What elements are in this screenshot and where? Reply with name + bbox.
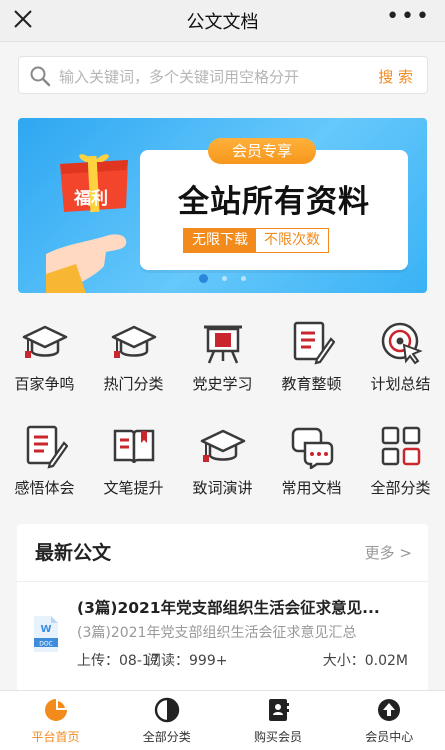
tab-item[interactable]: 购买会员 — [223, 697, 334, 745]
tab-label: 购买会员 — [253, 730, 302, 744]
category-item[interactable]: 感悟体会 — [0, 423, 89, 498]
category-label: 计划总结 — [370, 375, 431, 393]
more-link[interactable]: 更多 > — [365, 542, 412, 563]
category-item[interactable]: 致词演讲 — [178, 423, 267, 498]
pie-chart-icon — [44, 699, 67, 721]
category-label: 全部分类 — [370, 479, 431, 497]
target-cursor-icon — [381, 322, 423, 365]
half-circle-icon — [154, 697, 179, 723]
svg-text:DOC: DOC — [39, 641, 53, 648]
banner-tag-unlimited-times: 不限次数 — [256, 229, 328, 252]
category-item[interactable]: 百家争鸣 — [0, 319, 89, 394]
tab-item[interactable]: 会员中心 — [334, 697, 445, 745]
promo-banner[interactable]: 福利 会员专享 全站所有资料 无限下载 不限次数 — [18, 118, 427, 293]
top-bar: 公文文档 ••• — [0, 0, 445, 42]
search-input[interactable]: 输入关键词，多个关键词用空格分开 — [59, 66, 299, 87]
doc-size: 大小：0.02M — [322, 653, 408, 669]
grid-icon — [381, 426, 420, 466]
search-button[interactable]: 搜 索 — [378, 66, 413, 87]
category-item[interactable]: 党史学习 — [178, 319, 267, 394]
category-label: 感悟体会 — [14, 479, 75, 497]
category-label: 常用文档 — [281, 479, 342, 497]
upload-circle-icon — [378, 699, 401, 721]
category-item[interactable]: 热门分类 — [89, 319, 178, 394]
search-icon — [30, 66, 51, 87]
doc-title: (3篇)2021年党支部组织生活会征求意见... — [77, 599, 380, 617]
category-label: 文笔提升 — [103, 479, 164, 497]
banner-tags: 无限下载 不限次数 — [183, 228, 329, 253]
document-edit-icon — [293, 321, 335, 365]
category-label: 致词演讲 — [192, 479, 253, 497]
tab-item[interactable]: 平台首页 — [0, 697, 111, 745]
graduation-cap-icon — [111, 325, 156, 358]
search-bar[interactable]: 输入关键词，多个关键词用空格分开 搜 索 — [18, 56, 428, 94]
carousel-dot[interactable] — [222, 276, 227, 281]
document-edit-icon — [26, 425, 68, 469]
banner-tag-unlimited-download: 无限下载 — [184, 229, 256, 252]
category-label: 百家争鸣 — [14, 375, 75, 393]
contact-book-icon — [269, 699, 289, 721]
graduation-cap-icon — [200, 429, 245, 462]
open-book-icon — [113, 429, 154, 464]
tab-label: 会员中心 — [365, 730, 414, 744]
svg-text:W: W — [40, 624, 51, 635]
category-item[interactable]: 全部分类 — [356, 423, 445, 498]
category-item[interactable]: 计划总结 — [356, 319, 445, 394]
banner-pill: 会员专享 — [208, 138, 316, 164]
tab-label: 全部分类 — [142, 730, 191, 744]
section-title: 最新公文 — [35, 542, 112, 564]
category-item[interactable]: 常用文档 — [267, 423, 356, 498]
more-dots-icon[interactable]: ••• — [386, 4, 431, 29]
party-flag-board-icon — [203, 325, 242, 364]
latest-docs-card: 最新公文 更多 > W DOC (3篇)2021年党支部组织生活会征求意见...… — [17, 524, 428, 694]
word-doc-icon: W DOC — [34, 616, 58, 652]
doc-read-count: 阅读：999+ — [147, 653, 228, 669]
doc-list-item[interactable]: W DOC (3篇)2021年党支部组织生活会征求意见... (3篇)2021年… — [17, 582, 428, 694]
graduation-cap-icon — [22, 325, 67, 358]
gift-label: 福利 — [74, 189, 108, 209]
category-label: 教育整顿 — [281, 375, 342, 393]
page-title: 公文文档 — [186, 12, 259, 33]
tab-item[interactable]: 全部分类 — [111, 697, 222, 745]
category-item[interactable]: 教育整顿 — [267, 319, 356, 394]
category-label: 党史学习 — [192, 375, 253, 393]
chat-bubbles-icon — [291, 427, 333, 469]
carousel-dots — [18, 268, 427, 287]
carousel-dot[interactable] — [199, 274, 208, 283]
doc-subtitle: (3篇)2021年党支部组织生活会征求意见汇总 — [77, 625, 357, 641]
tab-label: 平台首页 — [31, 730, 80, 744]
bottom-tab-bar: 平台首页 全部分类 购买会员 会员中心 — [0, 690, 445, 750]
carousel-dot[interactable] — [241, 276, 246, 281]
category-item[interactable]: 文笔提升 — [89, 423, 178, 498]
banner-headline: 全站所有资料 — [178, 184, 370, 220]
category-label: 热门分类 — [103, 375, 164, 393]
